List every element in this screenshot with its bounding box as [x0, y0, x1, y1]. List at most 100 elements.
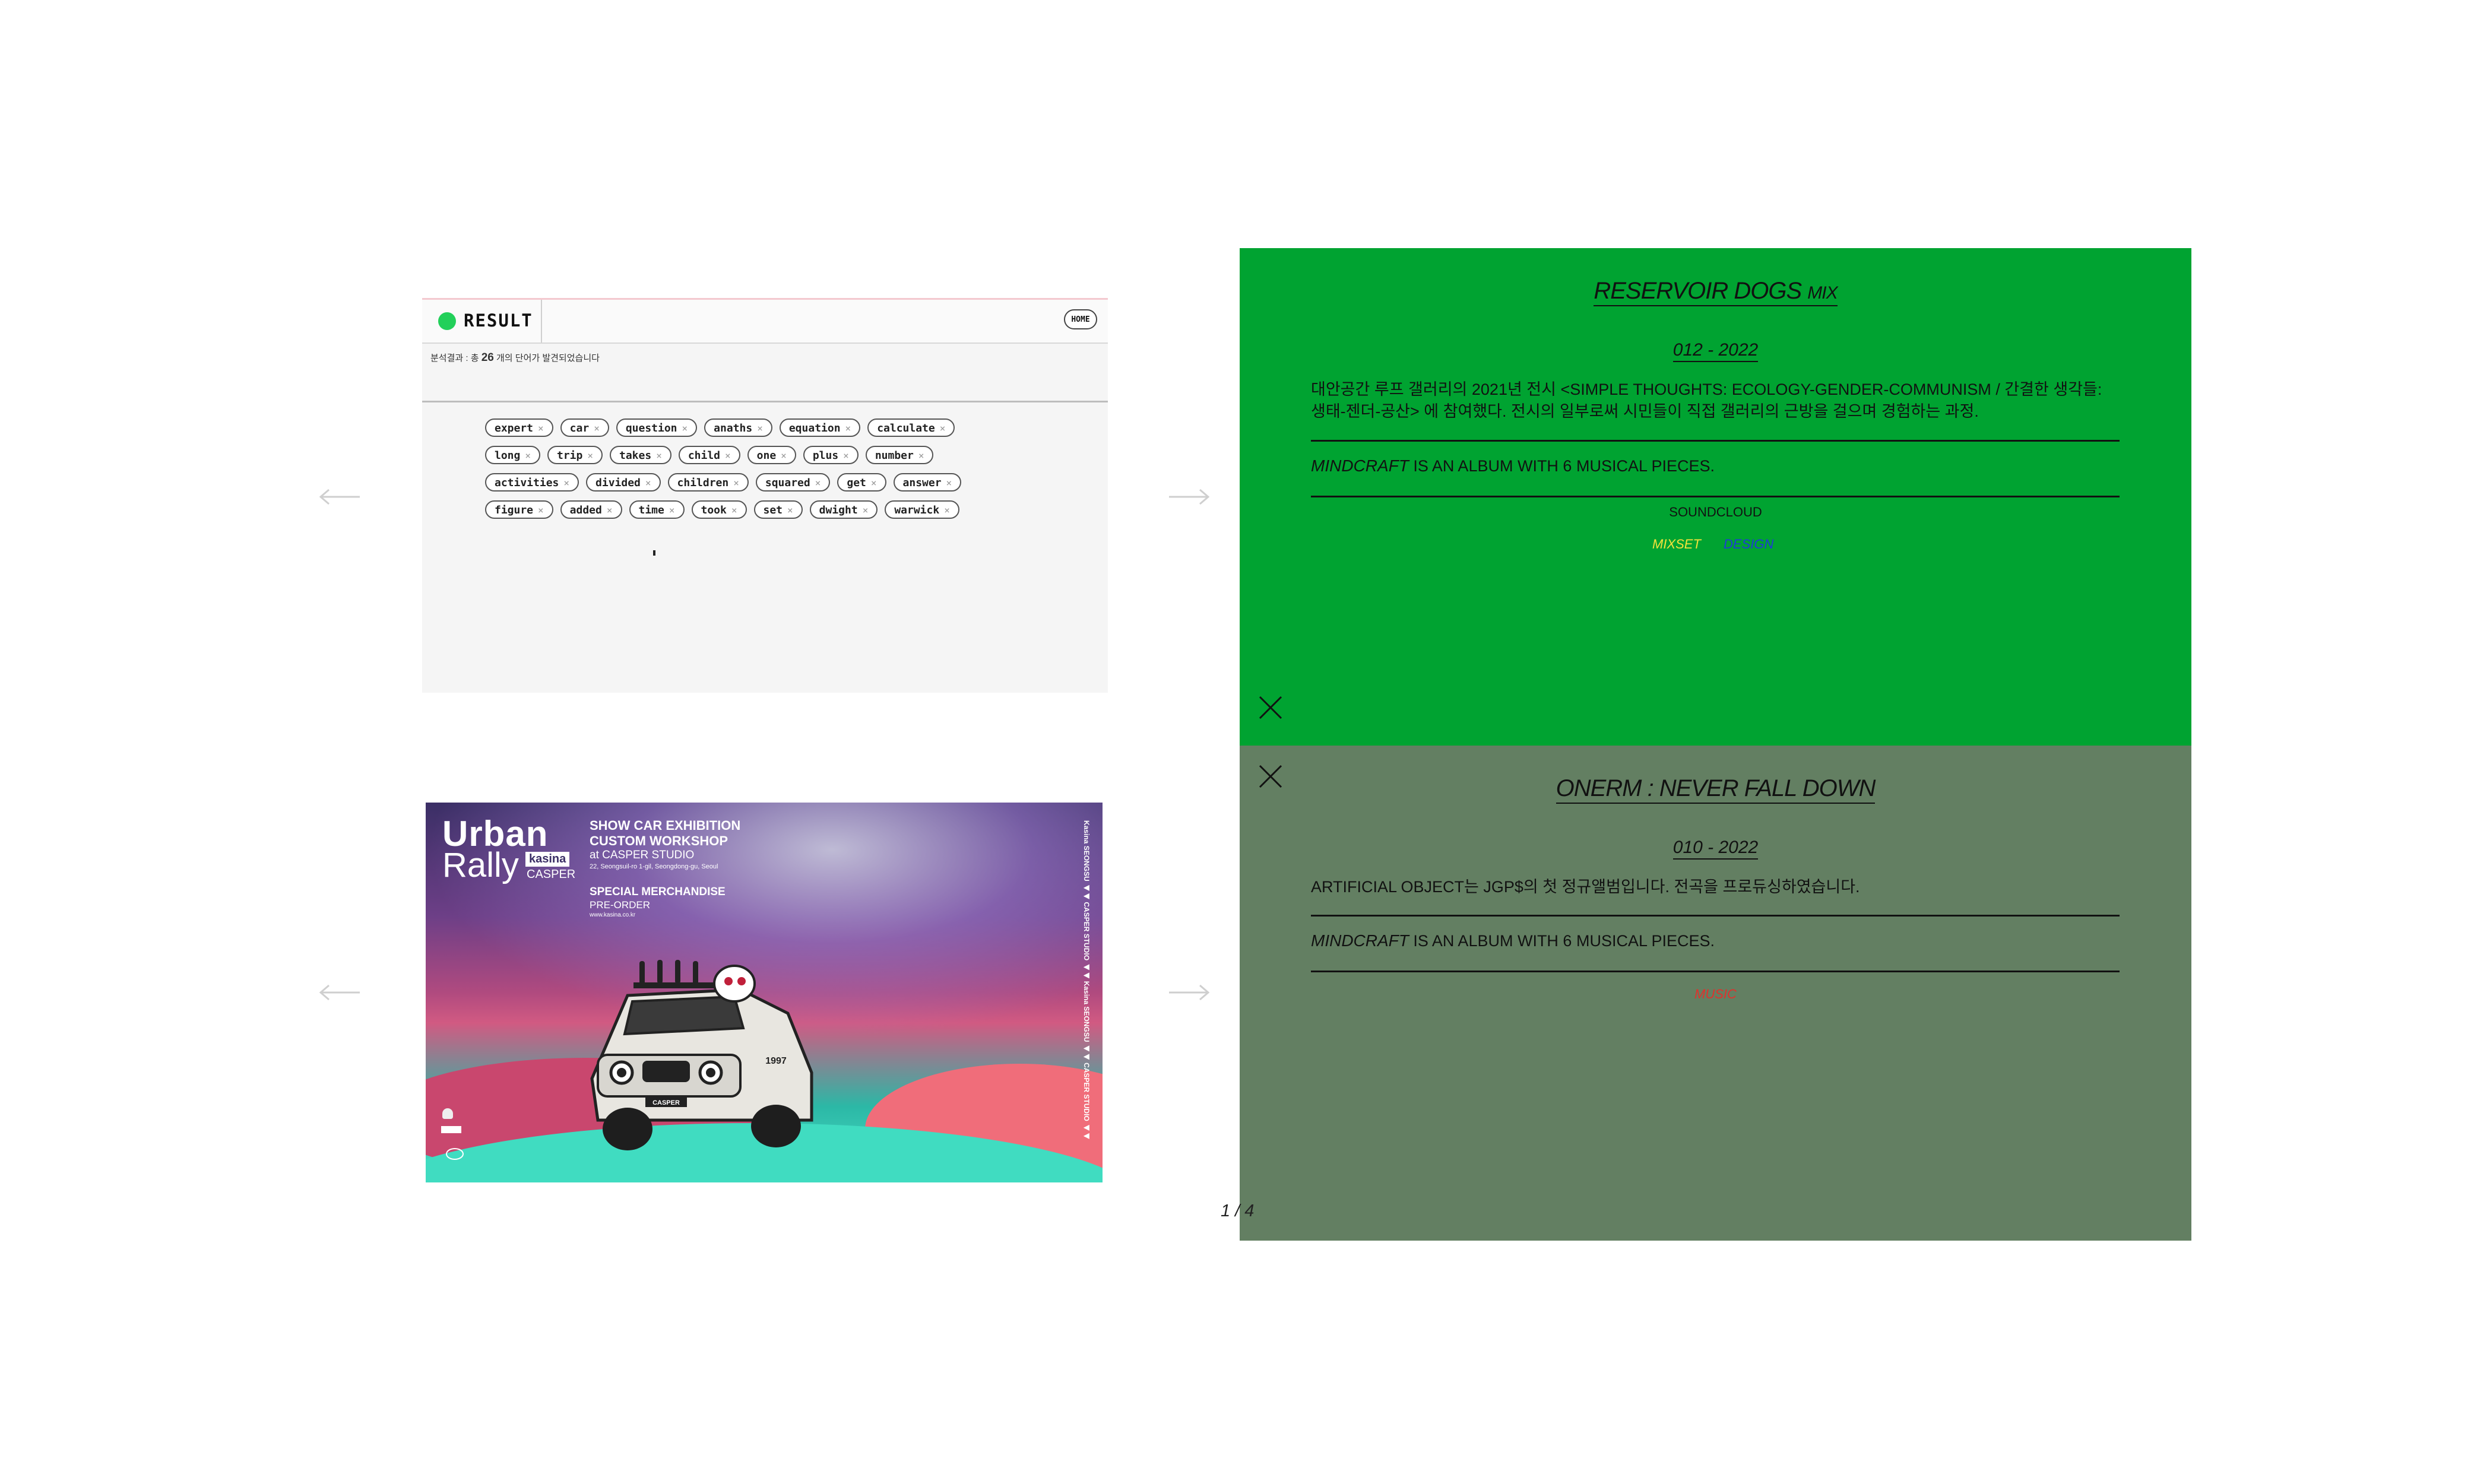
- poster-url: www.kasina.co.kr: [590, 912, 636, 918]
- tag-chip[interactable]: squared ×: [755, 473, 831, 492]
- tag-chip[interactable]: warwick ×: [885, 500, 959, 519]
- music-link[interactable]: MUSIC: [1240, 987, 2191, 1002]
- poster-location: at CASPER STUDIO: [590, 849, 695, 861]
- divider: [1311, 971, 2120, 972]
- hyundai-logo-icon: [446, 1148, 464, 1160]
- tag-remove-icon[interactable]: ×: [815, 477, 821, 489]
- design-link[interactable]: DESIGN: [1724, 537, 1773, 552]
- project-title-suffix: MIX: [1807, 283, 1838, 303]
- tag-chip[interactable]: time ×: [629, 500, 685, 519]
- tag-remove-icon[interactable]: ×: [682, 423, 688, 434]
- divider: [422, 401, 1108, 402]
- tag-label: question: [625, 422, 677, 435]
- prev-arrow-icon[interactable]: [319, 984, 361, 1001]
- tag-chip[interactable]: takes ×: [610, 446, 671, 464]
- tag-label: number: [875, 449, 914, 462]
- project-card-reservoir-dogs: RESERVOIR DOGS MIX 012 - 2022 대안공간 루프 갤러…: [1240, 248, 2191, 746]
- tag-chip[interactable]: long ×: [485, 446, 540, 464]
- tag-chip[interactable]: plus ×: [803, 446, 859, 464]
- tag-remove-icon[interactable]: ×: [918, 450, 924, 461]
- tag-remove-icon[interactable]: ×: [843, 450, 849, 461]
- tag-remove-icon[interactable]: ×: [656, 450, 662, 461]
- tag-chip[interactable]: question ×: [616, 418, 698, 437]
- album-note-text: IS AN ALBUM WITH 6 MUSICAL PIECES.: [1413, 932, 1715, 950]
- tag-label: dwight: [819, 504, 858, 516]
- tag-chip[interactable]: calculate ×: [867, 418, 955, 437]
- tag-chip[interactable]: activities ×: [485, 473, 579, 492]
- tag-remove-icon[interactable]: ×: [525, 450, 531, 461]
- tag-label: long: [495, 449, 521, 462]
- tag-remove-icon[interactable]: ×: [538, 423, 544, 434]
- tag-chip[interactable]: answer ×: [893, 473, 962, 492]
- home-button[interactable]: HOME: [1064, 309, 1097, 329]
- page-indicator: 1 / 4: [1221, 1201, 1255, 1220]
- project-date-text: 012 - 2022: [1672, 340, 1759, 362]
- tag-chip[interactable]: trip ×: [547, 446, 603, 464]
- tag-chip[interactable]: car ×: [560, 418, 609, 437]
- tag-remove-icon[interactable]: ×: [731, 505, 737, 516]
- tag-chip[interactable]: equation ×: [779, 418, 861, 437]
- poster-casper-label: CASPER: [527, 868, 576, 881]
- album-name: MINDCRAFT: [1311, 931, 1409, 950]
- tag-remove-icon[interactable]: ×: [645, 477, 651, 489]
- mouse-cursor-icon: [653, 550, 655, 556]
- urban-rally-poster[interactable]: Urban Rally kasina CASPER SHOW CAR EXHIB…: [426, 803, 1103, 1182]
- prev-arrow-icon[interactable]: [319, 488, 361, 506]
- tag-remove-icon[interactable]: ×: [940, 423, 946, 434]
- tag-remove-icon[interactable]: ×: [725, 450, 731, 461]
- mixset-link[interactable]: MIXSET: [1652, 537, 1701, 552]
- poster-vertical-text: Kasina SEONGSU ◀◀ CASPER STUDIO ◀◀ Kasin…: [1082, 820, 1091, 1140]
- tag-remove-icon[interactable]: ×: [733, 477, 739, 489]
- tag-remove-icon[interactable]: ×: [871, 477, 877, 489]
- album-note-text: IS AN ALBUM WITH 6 MUSICAL PIECES.: [1413, 457, 1715, 475]
- project-title-link[interactable]: RESERVOIR DOGS MIX: [1594, 278, 1838, 306]
- project-title-text: RESERVOIR DOGS: [1594, 278, 1802, 304]
- tag-label: warwick: [894, 504, 940, 516]
- next-arrow-icon[interactable]: [1168, 488, 1209, 506]
- tag-list: expert × car × question × anaths × equation × calc…: [485, 418, 1008, 528]
- tag-remove-icon[interactable]: ×: [787, 505, 793, 516]
- soundcloud-link[interactable]: SOUNDCLOUD: [1240, 505, 2191, 520]
- tag-remove-icon[interactable]: ×: [587, 450, 593, 461]
- tag-remove-icon[interactable]: ×: [781, 450, 787, 461]
- tag-remove-icon[interactable]: ×: [538, 505, 544, 516]
- tag-remove-icon[interactable]: ×: [607, 505, 613, 516]
- tag-label: set: [763, 504, 783, 516]
- tag-chip[interactable]: dwight ×: [809, 500, 878, 519]
- project-title: RESERVOIR DOGS MIX: [1240, 278, 2191, 306]
- project-date: 012 - 2022: [1240, 340, 2191, 362]
- project-title-link[interactable]: ONERM : NEVER FALL DOWN: [1556, 775, 1876, 804]
- tag-remove-icon[interactable]: ×: [944, 505, 950, 516]
- tag-chip[interactable]: added ×: [560, 500, 622, 519]
- tag-label: plus: [812, 449, 839, 462]
- tag-chip[interactable]: child ×: [678, 446, 740, 464]
- tag-chip[interactable]: figure ×: [485, 500, 553, 519]
- project-date: 010 - 2022: [1240, 838, 2191, 860]
- tag-remove-icon[interactable]: ×: [594, 423, 600, 434]
- tag-remove-icon[interactable]: ×: [757, 423, 763, 434]
- close-icon[interactable]: [1257, 695, 1284, 721]
- tag-chip[interactable]: anaths ×: [704, 418, 772, 437]
- poster-preorder: PRE-ORDER: [590, 899, 651, 911]
- tag-remove-icon[interactable]: ×: [863, 505, 869, 516]
- car-number-label: 1997: [765, 1056, 787, 1066]
- tag-chip[interactable]: expert ×: [485, 418, 553, 437]
- tag-remove-icon[interactable]: ×: [946, 477, 952, 489]
- tag-remove-icon[interactable]: ×: [845, 423, 851, 434]
- album-note: MINDCRAFT IS AN ALBUM WITH 6 MUSICAL PIE…: [1311, 931, 1715, 950]
- tag-chip[interactable]: took ×: [691, 500, 747, 519]
- poster-address: 22, Seongsuil-ro 1-gil, Seongdong-gu, Se…: [590, 863, 718, 870]
- tag-chip[interactable]: number ×: [865, 446, 934, 464]
- tag-chip[interactable]: divided ×: [586, 473, 661, 492]
- tag-chip[interactable]: children ×: [667, 473, 749, 492]
- car-plate-label: CASPER: [652, 1099, 680, 1106]
- tag-chip[interactable]: get ×: [837, 473, 886, 492]
- next-arrow-icon[interactable]: [1168, 984, 1209, 1001]
- tag-chip[interactable]: one ×: [747, 446, 796, 464]
- tag-remove-icon[interactable]: ×: [563, 477, 569, 489]
- tag-chip[interactable]: set ×: [753, 500, 803, 519]
- tag-label: trip: [557, 449, 583, 462]
- poster-title-rally: Rally: [442, 846, 519, 884]
- project-title: ONERM : NEVER FALL DOWN: [1240, 775, 2191, 804]
- tag-remove-icon[interactable]: ×: [669, 505, 675, 516]
